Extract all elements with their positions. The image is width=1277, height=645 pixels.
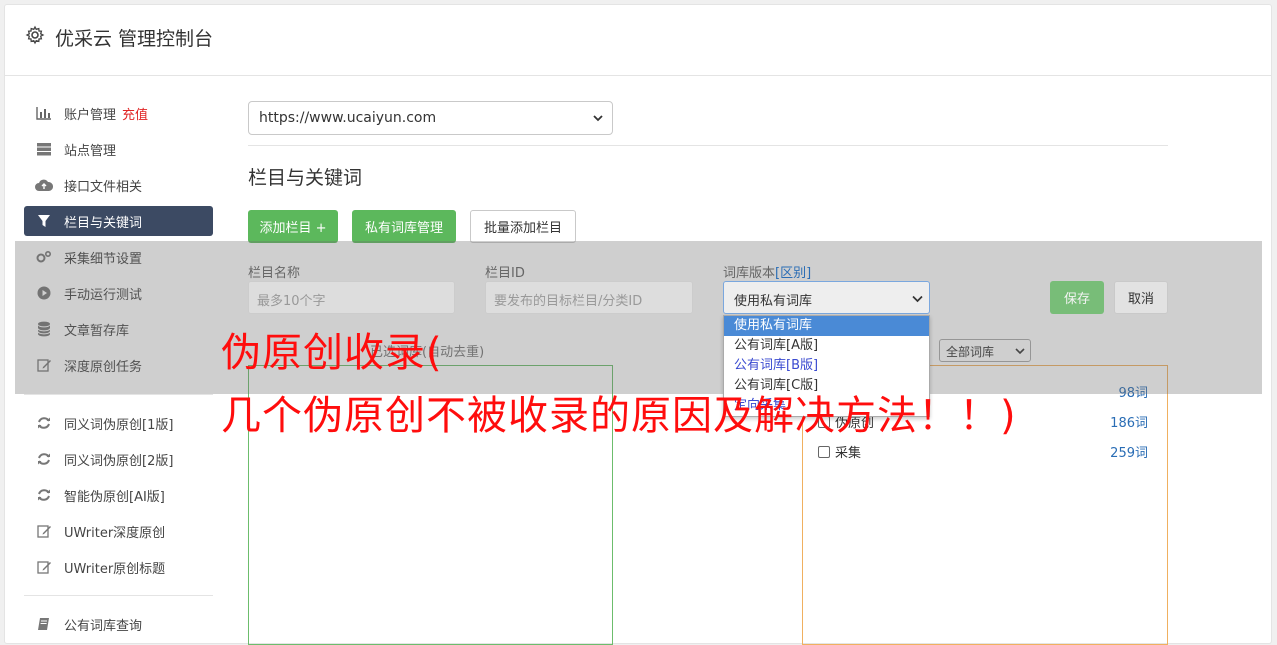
- lib-version-label: 词库版本[区别]: [723, 262, 811, 281]
- divider: [248, 145, 1168, 146]
- lib-version-label-text: 词库版本: [723, 266, 776, 281]
- app-title: 优采云 管理控制台: [55, 28, 214, 50]
- library-count: 186词: [1110, 416, 1148, 431]
- edit-icon: [35, 559, 53, 575]
- watermark-line-2: 几个伪原创不被收录的原因及解决方法！！): [221, 393, 1017, 439]
- sidebar-item-label: 接口文件相关: [64, 179, 143, 195]
- sidebar-item-label: UWriter原创标题: [64, 561, 166, 577]
- column-id-label: 栏目ID: [485, 266, 525, 281]
- sidebar-item-sites[interactable]: 站点管理: [24, 134, 213, 164]
- gear-icon: [25, 25, 45, 45]
- dropdown-option[interactable]: 使用私有词库: [724, 316, 929, 336]
- dropdown-option[interactable]: 公有词库[B版]: [724, 356, 929, 376]
- recharge-link[interactable]: 充值: [122, 104, 148, 123]
- sidebar-item-account[interactable]: 账户管理 充值: [24, 98, 213, 128]
- top-bar: 优采云 管理控制台: [5, 5, 1271, 76]
- column-id-input[interactable]: 要发布的目标栏目/分类ID: [485, 281, 693, 314]
- edit-icon: [35, 523, 53, 539]
- cancel-button[interactable]: 取消: [1114, 281, 1168, 314]
- sidebar-item-label: 同义词伪原创[1版]: [64, 417, 174, 433]
- library-checkbox[interactable]: [818, 445, 830, 458]
- section-title: 栏目与关键词: [248, 167, 363, 189]
- save-button[interactable]: 保存: [1050, 281, 1104, 314]
- library-name: 采集: [835, 446, 862, 461]
- site-select-value: https://www.ucaiyun.com: [259, 110, 437, 126]
- modal-overlay: [15, 241, 1262, 394]
- sidebar-item-label: 同义词伪原创[2版]: [64, 453, 174, 469]
- sidebar-item-uwriter-deep[interactable]: UWriter深度原创: [24, 516, 213, 546]
- library-row[interactable]: 采集: [818, 442, 861, 461]
- cloud-upload-icon: [35, 177, 53, 193]
- diff-link[interactable]: [区别]: [775, 266, 811, 281]
- sidebar-divider: [24, 595, 213, 596]
- dropdown-option[interactable]: 公有词库[A版]: [724, 336, 929, 356]
- refresh-icon: [35, 487, 53, 503]
- sidebar-item-columns-keywords[interactable]: 栏目与关键词: [24, 206, 213, 236]
- chevron-down-icon: [593, 115, 603, 122]
- book-icon: [35, 616, 53, 632]
- refresh-icon: [35, 451, 53, 467]
- column-name-input[interactable]: 最多10个字: [248, 281, 455, 314]
- private-lib-button[interactable]: 私有词库管理: [352, 210, 456, 243]
- library-count: 259词: [1110, 446, 1148, 461]
- batch-add-button[interactable]: 批量添加栏目: [470, 210, 576, 243]
- sidebar-item-label: 公有词库查询: [64, 618, 143, 634]
- sidebar-item-label: 站点管理: [64, 143, 117, 159]
- sidebar-item-label: 智能伪原创[AI版]: [64, 489, 165, 505]
- lib-version-value: 使用私有词库: [734, 294, 813, 309]
- sidebar-item-label: UWriter深度原创: [64, 525, 166, 541]
- lib-version-select[interactable]: 使用私有词库: [723, 281, 930, 314]
- chevron-down-icon: [912, 295, 923, 303]
- sidebar-item-public-lib[interactable]: 公有词库查询: [24, 609, 213, 639]
- sidebar-item-api-files[interactable]: 接口文件相关: [24, 170, 213, 200]
- sidebar-item-uwriter-title[interactable]: UWriter原创标题: [24, 552, 213, 582]
- sidebar-item-label: 栏目与关键词: [64, 215, 143, 231]
- column-name-label: 栏目名称: [248, 266, 301, 281]
- sidebar-item-ai-rewrite[interactable]: 智能伪原创[AI版]: [24, 480, 213, 510]
- watermark-line-1: 伪原创收录(: [221, 330, 443, 376]
- add-column-button[interactable]: 添加栏目 +: [248, 210, 338, 243]
- sidebar-item-synonym-v1[interactable]: 同义词伪原创[1版]: [24, 408, 213, 438]
- sidebar-item-synonym-v2[interactable]: 同义词伪原创[2版]: [24, 444, 213, 474]
- site-select[interactable]: https://www.ucaiyun.com: [248, 101, 613, 135]
- bar-chart-icon: [35, 105, 53, 121]
- filter-icon: [35, 213, 53, 229]
- sidebar-item-label: 账户管理: [64, 107, 117, 123]
- sidebar-divider: [24, 394, 213, 395]
- server-icon: [35, 141, 53, 157]
- refresh-icon: [35, 415, 53, 431]
